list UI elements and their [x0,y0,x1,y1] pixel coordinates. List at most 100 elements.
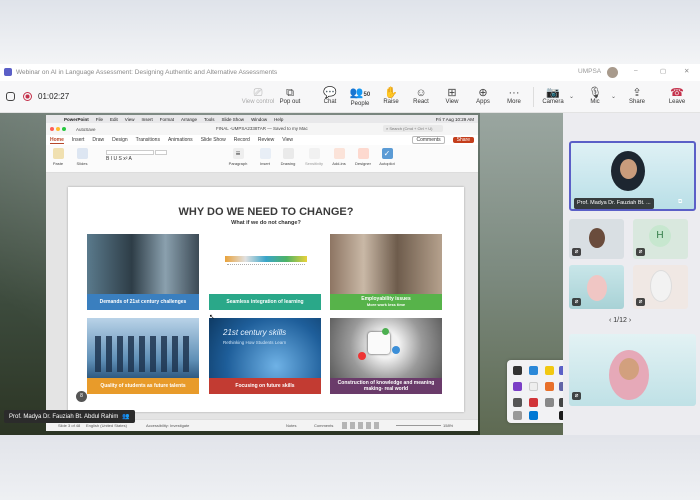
camera-button[interactable]: 📷 Camera [538,87,568,105]
sensitivity-button[interactable]: Sensitivity [302,148,326,166]
view-buttons[interactable] [342,422,382,429]
speaker-video-tile[interactable]: Prof. Madya Dr. Fauziah Bt. ... ⧉ [569,141,696,211]
drawing-button[interactable]: Drawing [276,148,300,166]
speaker-face [620,159,637,179]
tab-view[interactable]: View [282,137,293,143]
status-comments-button[interactable]: Comments [314,423,333,428]
raise-hand-button[interactable]: ✋ Raise [376,87,406,105]
presenter-icon: 👥 [122,414,130,420]
tab-slide-show[interactable]: Slide Show [201,137,226,143]
mic-muted-icon: ⌀ [636,248,645,256]
designer-button[interactable]: Designer [351,148,375,166]
slide-cell-employability: Employability issues More work less time [330,234,442,310]
tray-app-icon[interactable] [529,366,538,375]
tab-review[interactable]: Review [258,137,274,143]
menu-edit[interactable]: Edit [110,117,118,122]
tray-app-icon[interactable] [513,398,522,407]
tray-app-icon[interactable] [545,366,554,375]
insert-button[interactable]: Insert [253,148,277,166]
leave-button[interactable]: ☎ Leave [662,87,692,105]
menu-tools[interactable]: Tools [204,117,215,122]
tray-app-icon[interactable] [529,382,538,391]
minimize-icon[interactable]: – [634,67,638,74]
autopilot-button[interactable]: ✓ Autopilot [375,148,399,166]
share-button[interactable]: ⇪ Share [622,87,652,105]
minimize-dot-icon[interactable] [56,127,60,131]
close-dot-icon[interactable] [50,127,54,131]
participant-tile-large[interactable]: ⌀ [569,334,696,406]
zoom-dot-icon[interactable] [62,127,66,131]
tray-app-icon[interactable] [529,398,538,407]
maximize-icon[interactable]: ▢ [660,67,666,75]
participant-tile[interactable]: ⌀ [569,219,624,259]
view-control-button[interactable]: ⎚ View control [241,87,275,105]
menu-format[interactable]: Format [160,117,174,122]
accessibility-status[interactable]: Accessibility: Investigate [146,423,189,428]
teams-title-bar: Webinar on AI in Language Assessment: De… [0,64,700,81]
collage-image [87,234,199,294]
apps-button[interactable]: ⊕ Apps [468,87,498,105]
paragraph-button[interactable]: ≡ Paragraph [226,148,250,166]
add-ins-icon [333,148,345,159]
menu-help[interactable]: Help [274,117,283,122]
search-box[interactable]: ⌕ Search (Cmd + Ctrl + U) [383,125,443,132]
font-controls[interactable]: B I U S x² A [106,150,186,162]
slides-button[interactable]: Slides [70,148,94,166]
menu-file[interactable]: File [96,117,103,122]
tray-app-icon[interactable] [545,398,554,407]
language-indicator[interactable]: English (United States) [86,423,127,428]
teams-logo-icon [4,68,12,76]
add-ins-button[interactable]: Add-ins [327,148,351,166]
smiley-icon: ☺ [415,87,427,99]
participant-tile[interactable]: H ⌀ [633,219,688,259]
people-button[interactable]: 👥50 People [345,87,375,107]
close-icon[interactable]: ✕ [684,67,689,75]
share-ppt-button[interactable]: Share [452,137,474,143]
zoom-slider[interactable] [396,425,441,426]
more-button[interactable]: ··· More [499,87,529,105]
tab-animations[interactable]: Animations [168,137,193,143]
chevron-right-icon[interactable]: › [627,317,631,324]
menu-view[interactable]: View [125,117,135,122]
tray-app-icon[interactable] [513,411,522,420]
react-button[interactable]: ☺ React [406,87,436,105]
comments-button[interactable]: Comments [412,136,445,144]
zoom-level[interactable]: 158% [443,423,453,428]
font-name-select[interactable] [106,150,154,155]
mic-options-chevron-icon[interactable]: ⌄ [611,93,616,100]
tab-design[interactable]: Design [112,137,128,143]
participant-tile[interactable]: ⌀ [569,265,624,309]
account-avatar[interactable] [607,67,618,78]
apps-icon: ⊕ [478,87,488,99]
tab-record[interactable]: Record [234,137,250,143]
caption-construction: Construction of knowledge and meaning ma… [330,378,442,394]
slide-subtitle: What if we do not change? [231,220,301,226]
bluetooth-icon[interactable] [529,411,538,420]
font-style-buttons[interactable]: B I U S x² A [106,156,132,162]
tab-insert[interactable]: Insert [72,137,85,143]
view-button[interactable]: ⊞ View [437,87,467,105]
slide-counter: Slide 3 of 48 [58,423,81,428]
mic-button[interactable]: 🎙 Mic [580,87,610,105]
tray-app-icon[interactable] [513,366,522,375]
menu-app-name[interactable]: PowerPoint [64,117,89,122]
tray-app-icon[interactable] [513,382,522,391]
participant-tile[interactable]: ⌀ [633,265,688,309]
menu-arrange[interactable]: Arrange [181,117,197,122]
people-icon: 👥50 [349,87,371,99]
autosave-toggle[interactable]: AutoSave [76,127,96,132]
menu-insert[interactable]: Insert [141,117,152,122]
slide-cell-quality: Quality of students as future talents [87,318,199,394]
notes-button[interactable]: Notes [286,423,296,428]
pop-out-button[interactable]: ⧉ Pop out [275,87,305,105]
chat-button[interactable]: 💬 Chat [315,87,345,105]
camera-options-chevron-icon[interactable]: ⌄ [569,93,574,100]
menu-window[interactable]: Window [251,117,267,122]
tray-app-icon[interactable] [545,382,554,391]
paste-button[interactable]: Paste [46,148,70,166]
tab-home[interactable]: Home [50,137,64,144]
tab-draw[interactable]: Draw [92,137,104,143]
tab-transitions[interactable]: Transitions [136,137,160,143]
menu-slide-show[interactable]: Slide Show [222,117,245,122]
font-size-select[interactable] [155,150,168,155]
